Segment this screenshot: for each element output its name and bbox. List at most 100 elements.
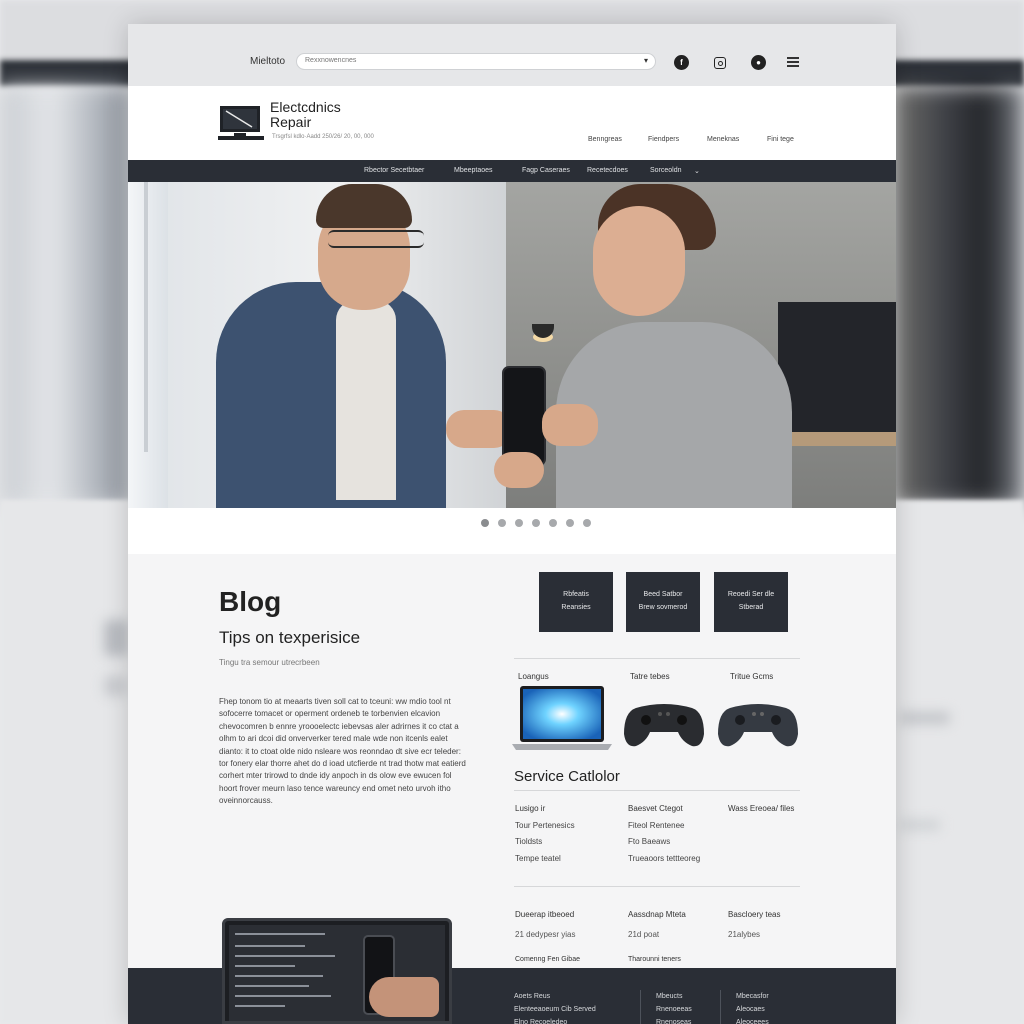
code-line (235, 975, 323, 977)
footer-link[interactable]: Elno Recoeledeo (514, 1016, 596, 1024)
slider-dot[interactable] (515, 519, 523, 527)
footer-column: Aoets Reus Elenteeaoeum Cib Served Elno … (514, 990, 596, 1024)
footer-link[interactable]: Rnenoseas (656, 1016, 692, 1024)
chevron-down-icon: ▾ (643, 56, 648, 65)
social-icon[interactable]: ● (751, 55, 766, 70)
site-title-line1: Electcdnics (270, 99, 341, 115)
site-tagline: Trsgrfsl kdlo·Aadd 250/26/ 20, 00, 000 (272, 134, 374, 140)
website-page: Mieltoto Rexxnowencnes ▾ f ● Electcdnics… (128, 24, 896, 1024)
site-header: Electcdnics Repair Trsgrfsl kdlo·Aadd 25… (128, 86, 896, 160)
catalog-item[interactable]: Tour Pertenesics (515, 821, 575, 838)
facebook-icon[interactable]: f (674, 55, 689, 70)
game-controller-image[interactable] (622, 698, 706, 750)
game-controller-image[interactable] (716, 698, 800, 750)
catalog-item[interactable]: Tioldsts (515, 837, 575, 854)
site-title[interactable]: Electcdnics Repair (270, 100, 341, 130)
slider-dot[interactable] (566, 519, 574, 527)
header-nav-link[interactable]: Fiendpers (648, 136, 679, 143)
product-label[interactable]: Loangus (518, 672, 549, 681)
service-card-line: Rbfeatis (563, 591, 589, 598)
backdrop-shape (900, 712, 950, 724)
catalog-item[interactable]: Fiteol Rentenee (628, 821, 700, 838)
laptop-image[interactable] (510, 684, 614, 752)
nav-item[interactable]: Sorceoldn (650, 167, 682, 174)
hero-phone (502, 366, 546, 466)
hero-man-hair (316, 184, 412, 228)
blog-meta: Tingu tra semour utrecrbeen (219, 658, 320, 667)
footer-column: Mbecasfor Aleocaes Aleoceees (736, 990, 769, 1024)
backdrop-shape (104, 676, 126, 696)
menu-icon[interactable] (787, 57, 799, 67)
service-card-line: Brew sovmerod (638, 604, 688, 611)
section-divider (514, 886, 800, 887)
code-line (235, 955, 335, 957)
footer-link[interactable]: Mbeucts (656, 990, 692, 1003)
service-card[interactable]: Reoedi Ser dle Stberad (714, 572, 788, 632)
blog-device-image[interactable] (222, 918, 452, 1024)
slider-dots (128, 508, 896, 554)
header-nav-link[interactable]: Meneknas (707, 136, 739, 143)
nav-item[interactable]: Mbeeptaoes (454, 167, 493, 174)
catalog-item[interactable]: Tempe teatel (515, 854, 575, 871)
footer-link[interactable]: Aleoceees (736, 1016, 769, 1024)
service-card[interactable]: Rbfeatis Reansies (539, 572, 613, 632)
nav-item[interactable]: Recetecdoes (587, 167, 628, 174)
catalog-footer-link[interactable]: Comenng Fen Gibae (515, 956, 580, 963)
catalog-item[interactable]: Fto Baeaws (628, 837, 700, 854)
monitor-logo-icon[interactable] (218, 104, 264, 142)
footer-link[interactable]: Rnenoeeas (656, 1003, 692, 1016)
hero-man-glasses (328, 230, 424, 248)
slider-dot[interactable] (498, 519, 506, 527)
service-catalog-heading: Service Catlolor (514, 768, 620, 785)
hero-person-man (216, 282, 446, 508)
blog-paragraph: Fhep tonom tio at meaarts tiven soll cat… (219, 697, 466, 806)
instagram-icon[interactable] (714, 57, 726, 69)
slider-dot[interactable] (583, 519, 591, 527)
catalog-item[interactable]: Baesvet Ctegot (628, 804, 700, 821)
section-divider (514, 658, 800, 659)
stat-block: Dueerap itbeoed 21 dedypesr yias (515, 910, 575, 939)
footer-column: Mbeucts Rnenoeeas Rnenoseas (656, 990, 692, 1024)
device-hand (369, 977, 439, 1017)
catalog-item[interactable]: Lusigo ir (515, 804, 575, 821)
catalog-item[interactable]: Wass Ereoea/ files (728, 804, 794, 821)
service-card[interactable]: Beed Satbor Brew sovmerod (626, 572, 700, 632)
nav-item[interactable]: Rbector Secetbtaer (364, 167, 424, 174)
slider-dot[interactable] (481, 519, 489, 527)
code-line (235, 945, 305, 947)
blog-heading: Blog (219, 586, 282, 617)
code-line (235, 985, 309, 987)
product-label[interactable]: Tritue Gcms (730, 672, 773, 681)
hero-image (128, 182, 896, 508)
device-screen (229, 925, 445, 1021)
nav-item[interactable]: Fagp Caseraes (522, 167, 570, 174)
stat-block: Bascloery teas 21alybes (728, 910, 780, 939)
top-bar: Mieltoto Rexxnowencnes ▾ f ● (128, 24, 896, 86)
header-nav-link[interactable]: Fini tege (767, 136, 794, 143)
footer-link[interactable]: Mbecasfor (736, 990, 769, 1003)
code-line (235, 1005, 285, 1007)
catalog-footer-link[interactable]: Tharounni teners (628, 956, 681, 963)
slider-dot[interactable] (549, 519, 557, 527)
stat-value: 21alybes (728, 930, 761, 939)
code-line (235, 933, 325, 935)
hero-window (128, 182, 168, 508)
slider-dot[interactable] (532, 519, 540, 527)
code-line (235, 995, 331, 997)
chevron-down-icon[interactable]: ⌄ (694, 167, 700, 175)
backdrop-shape (104, 620, 128, 656)
hero-window-frame (144, 182, 148, 452)
footer-link[interactable]: Aleocaes (736, 1003, 769, 1016)
footer-link[interactable]: Elenteeaoeum Cib Served (514, 1003, 596, 1016)
catalog-column: Lusigo ir Tour Pertenesics Tioldsts Temp… (515, 804, 575, 870)
stat-label: Bascloery teas (728, 910, 781, 919)
footer-link[interactable]: Aoets Reus (514, 990, 596, 1003)
catalog-item[interactable]: Trueaoors tettteoreg (628, 854, 700, 871)
backdrop-shape (900, 820, 940, 830)
hero-monitor (778, 302, 896, 432)
search-input[interactable]: Rexxnowencnes ▾ (296, 53, 656, 70)
header-nav-link[interactable]: Benngreas (588, 136, 622, 143)
top-brand-link[interactable]: Mieltoto (250, 56, 285, 67)
blog-subheading[interactable]: Tips on texperisice (219, 628, 360, 648)
product-label[interactable]: Tatre tebes (630, 672, 670, 681)
